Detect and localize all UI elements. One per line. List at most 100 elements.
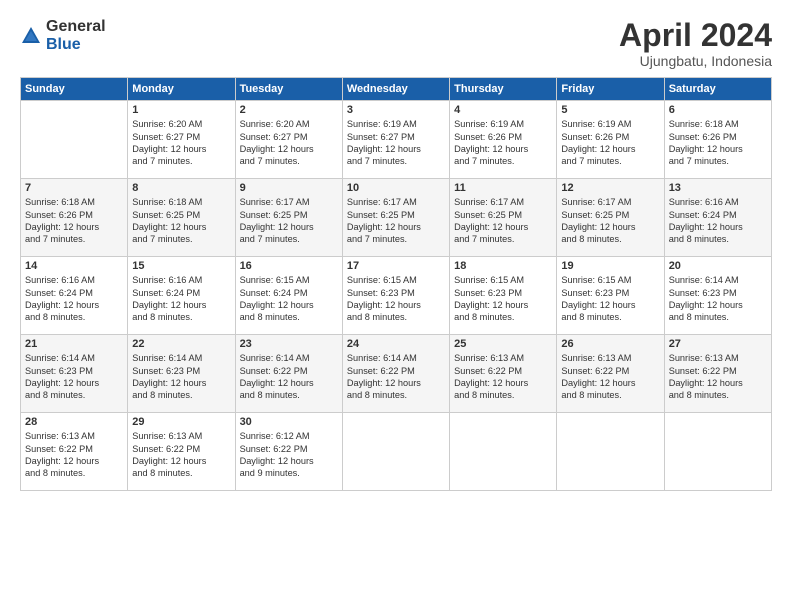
day-number: 13	[669, 182, 767, 194]
week-row-1: 1 Sunrise: 6:20 AMSunset: 6:27 PMDaylight…	[21, 101, 772, 179]
day-info: Sunrise: 6:14 AMSunset: 6:23 PMDaylight:…	[25, 352, 123, 402]
location-subtitle: Ujungbatu, Indonesia	[619, 53, 772, 69]
day-info: Sunrise: 6:14 AMSunset: 6:22 PMDaylight:…	[240, 352, 338, 402]
day-info: Sunrise: 6:13 AMSunset: 6:22 PMDaylight:…	[669, 352, 767, 402]
day-info: Sunrise: 6:13 AMSunset: 6:22 PMDaylight:…	[25, 430, 123, 480]
day-number: 18	[454, 260, 552, 272]
calendar-cell	[450, 413, 557, 491]
calendar-cell: 1 Sunrise: 6:20 AMSunset: 6:27 PMDaylight…	[128, 101, 235, 179]
calendar-table: SundayMondayTuesdayWednesdayThursdayFrid…	[20, 77, 772, 491]
week-row-3: 14 Sunrise: 6:16 AMSunset: 6:24 PMDayligh…	[21, 257, 772, 335]
day-number: 19	[561, 260, 659, 272]
day-info: Sunrise: 6:15 AMSunset: 6:23 PMDaylight:…	[347, 274, 445, 324]
day-number: 30	[240, 416, 338, 428]
calendar-cell: 4 Sunrise: 6:19 AMSunset: 6:26 PMDaylight…	[450, 101, 557, 179]
day-info: Sunrise: 6:17 AMSunset: 6:25 PMDaylight:…	[347, 196, 445, 246]
week-row-4: 21 Sunrise: 6:14 AMSunset: 6:23 PMDayligh…	[21, 335, 772, 413]
calendar-cell	[21, 101, 128, 179]
header: General Blue April 2024 Ujungbatu, Indon…	[20, 18, 772, 69]
day-number: 7	[25, 182, 123, 194]
day-number: 15	[132, 260, 230, 272]
day-info: Sunrise: 6:18 AMSunset: 6:26 PMDaylight:…	[669, 118, 767, 168]
calendar-cell: 26Sunrise: 6:13 AMSunset: 6:22 PMDayligh…	[557, 335, 664, 413]
day-number: 16	[240, 260, 338, 272]
day-number: 10	[347, 182, 445, 194]
calendar-cell: 13 Sunrise: 6:16 AMSunset: 6:24 PMDayligh…	[664, 179, 771, 257]
calendar-cell: 19Sunrise: 6:15 AMSunset: 6:23 PMDayligh…	[557, 257, 664, 335]
calendar-cell: 3Sunrise: 6:19 AMSunset: 6:27 PMDaylight…	[342, 101, 449, 179]
day-number: 23	[240, 338, 338, 350]
day-number: 1	[132, 104, 230, 116]
month-title: April 2024	[619, 18, 772, 53]
day-info: Sunrise: 6:14 AMSunset: 6:23 PMDaylight:…	[132, 352, 230, 402]
day-number: 5	[561, 104, 659, 116]
calendar-cell: 8 Sunrise: 6:18 AMSunset: 6:25 PMDaylight…	[128, 179, 235, 257]
day-info: Sunrise: 6:13 AMSunset: 6:22 PMDaylight:…	[454, 352, 552, 402]
day-info: Sunrise: 6:16 AMSunset: 6:24 PMDaylight:…	[669, 196, 767, 246]
week-row-2: 7Sunrise: 6:18 AMSunset: 6:26 PMDaylight…	[21, 179, 772, 257]
col-header-saturday: Saturday	[664, 78, 771, 101]
day-info: Sunrise: 6:15 AMSunset: 6:23 PMDaylight:…	[454, 274, 552, 324]
calendar-cell: 18 Sunrise: 6:15 AMSunset: 6:23 PMDayligh…	[450, 257, 557, 335]
day-number: 17	[347, 260, 445, 272]
calendar-cell: 16 Sunrise: 6:15 AMSunset: 6:24 PMDayligh…	[235, 257, 342, 335]
day-info: Sunrise: 6:20 AMSunset: 6:27 PMDaylight:…	[240, 118, 338, 168]
calendar-cell	[664, 413, 771, 491]
calendar-cell: 2 Sunrise: 6:20 AMSunset: 6:27 PMDaylight…	[235, 101, 342, 179]
calendar-cell: 20 Sunrise: 6:14 AMSunset: 6:23 PMDayligh…	[664, 257, 771, 335]
day-info: Sunrise: 6:14 AMSunset: 6:23 PMDaylight:…	[669, 274, 767, 324]
day-info: Sunrise: 6:15 AMSunset: 6:24 PMDaylight:…	[240, 274, 338, 324]
logo-icon	[20, 25, 42, 47]
logo-blue: Blue	[46, 36, 106, 54]
day-info: Sunrise: 6:13 AMSunset: 6:22 PMDaylight:…	[561, 352, 659, 402]
day-number: 2	[240, 104, 338, 116]
header-row: SundayMondayTuesdayWednesdayThursdayFrid…	[21, 78, 772, 101]
col-header-tuesday: Tuesday	[235, 78, 342, 101]
calendar-cell: 21 Sunrise: 6:14 AMSunset: 6:23 PMDayligh…	[21, 335, 128, 413]
day-number: 8	[132, 182, 230, 194]
day-info: Sunrise: 6:13 AMSunset: 6:22 PMDaylight:…	[132, 430, 230, 480]
calendar-cell: 10 Sunrise: 6:17 AMSunset: 6:25 PMDayligh…	[342, 179, 449, 257]
day-info: Sunrise: 6:19 AMSunset: 6:26 PMDaylight:…	[454, 118, 552, 168]
logo-general: General	[46, 18, 106, 36]
day-number: 6	[669, 104, 767, 116]
day-number: 24	[347, 338, 445, 350]
day-info: Sunrise: 6:17 AMSunset: 6:25 PMDaylight:…	[240, 196, 338, 246]
day-number: 29	[132, 416, 230, 428]
day-number: 11	[454, 182, 552, 194]
calendar-cell: 14Sunrise: 6:16 AMSunset: 6:24 PMDayligh…	[21, 257, 128, 335]
day-info: Sunrise: 6:19 AMSunset: 6:27 PMDaylight:…	[347, 118, 445, 168]
calendar-cell: 27 Sunrise: 6:13 AMSunset: 6:22 PMDayligh…	[664, 335, 771, 413]
col-header-thursday: Thursday	[450, 78, 557, 101]
week-row-5: 28 Sunrise: 6:13 AMSunset: 6:22 PMDayligh…	[21, 413, 772, 491]
day-number: 4	[454, 104, 552, 116]
day-number: 14	[25, 260, 123, 272]
day-number: 27	[669, 338, 767, 350]
day-info: Sunrise: 6:17 AMSunset: 6:25 PMDaylight:…	[561, 196, 659, 246]
calendar-cell: 12 Sunrise: 6:17 AMSunset: 6:25 PMDayligh…	[557, 179, 664, 257]
day-number: 22	[132, 338, 230, 350]
day-info: Sunrise: 6:14 AMSunset: 6:22 PMDaylight:…	[347, 352, 445, 402]
day-number: 20	[669, 260, 767, 272]
logo: General Blue	[20, 18, 106, 53]
day-number: 28	[25, 416, 123, 428]
calendar-cell	[342, 413, 449, 491]
calendar-cell: 25 Sunrise: 6:13 AMSunset: 6:22 PMDayligh…	[450, 335, 557, 413]
calendar-cell: 7Sunrise: 6:18 AMSunset: 6:26 PMDaylight…	[21, 179, 128, 257]
logo-text: General Blue	[46, 18, 106, 53]
day-info: Sunrise: 6:18 AMSunset: 6:25 PMDaylight:…	[132, 196, 230, 246]
calendar-cell: 29 Sunrise: 6:13 AMSunset: 6:22 PMDayligh…	[128, 413, 235, 491]
day-info: Sunrise: 6:12 AMSunset: 6:22 PMDaylight:…	[240, 430, 338, 480]
calendar-cell	[557, 413, 664, 491]
page: General Blue April 2024 Ujungbatu, Indon…	[0, 0, 792, 612]
calendar-cell: 24 Sunrise: 6:14 AMSunset: 6:22 PMDayligh…	[342, 335, 449, 413]
title-block: April 2024 Ujungbatu, Indonesia	[619, 18, 772, 69]
day-number: 12	[561, 182, 659, 194]
day-number: 21	[25, 338, 123, 350]
day-info: Sunrise: 6:16 AMSunset: 6:24 PMDaylight:…	[132, 274, 230, 324]
calendar-cell: 23 Sunrise: 6:14 AMSunset: 6:22 PMDayligh…	[235, 335, 342, 413]
calendar-cell: 15 Sunrise: 6:16 AMSunset: 6:24 PMDayligh…	[128, 257, 235, 335]
day-number: 25	[454, 338, 552, 350]
col-header-wednesday: Wednesday	[342, 78, 449, 101]
day-info: Sunrise: 6:20 AMSunset: 6:27 PMDaylight:…	[132, 118, 230, 168]
